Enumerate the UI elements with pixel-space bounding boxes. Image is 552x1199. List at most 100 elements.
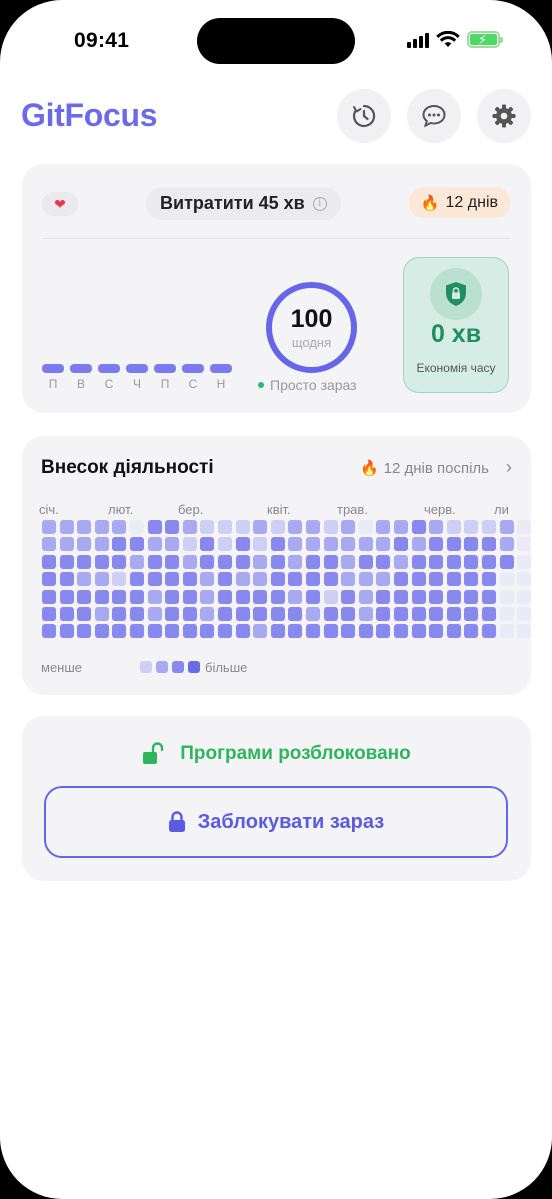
contribution-cell <box>270 554 285 569</box>
contribution-cell <box>235 520 250 534</box>
contribution-cell <box>341 589 356 604</box>
activity-title: Внесок діяльності <box>41 457 214 478</box>
contribution-cell <box>270 537 285 552</box>
contribution-cell <box>446 554 461 569</box>
weekday-label: В <box>76 377 85 391</box>
contribution-cell <box>42 520 56 534</box>
contribution-cell <box>341 537 356 552</box>
settings-button[interactable] <box>477 89 531 143</box>
unlock-status-text: Програми розблоковано <box>180 743 411 764</box>
contribution-cell <box>147 607 162 621</box>
unlocked-padlock-icon <box>143 742 164 764</box>
savings-value: 0 хв <box>430 320 482 348</box>
contribution-cell <box>253 624 268 639</box>
contribution-cell <box>358 537 373 552</box>
shield-lock-icon <box>446 282 466 306</box>
heart-icon: ❤ <box>54 195 66 212</box>
daily-goal-unit: щодня <box>291 335 332 350</box>
contribution-cell <box>94 607 109 621</box>
contribution-cell <box>306 624 320 639</box>
contribution-cell <box>376 589 391 604</box>
contribution-cell <box>482 537 496 552</box>
contribution-cell <box>288 554 303 569</box>
status-icons: ⚡ <box>407 31 503 48</box>
contribution-cell <box>182 589 197 604</box>
heart-badge[interactable]: ❤ <box>42 192 78 216</box>
contribution-cell <box>288 537 303 552</box>
contribution-cell <box>112 589 127 604</box>
contribution-cell <box>429 554 444 569</box>
time-savings-tile[interactable]: 0 хв Економія часу <box>403 257 509 393</box>
weekday-bar <box>70 364 92 373</box>
contribution-cell <box>253 537 268 552</box>
contribution-cell <box>517 624 532 639</box>
contribution-cell <box>446 607 461 621</box>
contribution-cell <box>323 624 338 639</box>
contribution-cell <box>77 572 92 587</box>
contribution-cell <box>218 624 232 639</box>
contribution-cell <box>42 607 56 621</box>
activity-contribution-card[interactable]: Внесок діяльності 🔥 12 днів поспіль › сі… <box>22 436 532 695</box>
weekday-bar <box>98 364 120 373</box>
contribution-cell <box>253 589 268 604</box>
contribution-cell <box>429 607 444 621</box>
contribution-cell <box>235 537 250 552</box>
padlock-icon <box>168 811 185 832</box>
contribution-cell <box>77 537 92 552</box>
now-label: Просто зараз <box>270 377 357 393</box>
contribution-cell <box>235 589 250 604</box>
month-label: ли <box>494 502 509 517</box>
contribution-cell <box>411 554 426 569</box>
contribution-cell <box>464 520 479 534</box>
status-time: 09:41 <box>74 29 130 52</box>
contribution-cell <box>94 554 109 569</box>
contribution-cell <box>394 537 408 552</box>
contribution-cell <box>112 607 127 621</box>
legend-swatch <box>188 661 200 673</box>
contribution-cell <box>429 520 444 534</box>
contribution-cell <box>77 624 92 639</box>
gear-icon <box>492 104 516 128</box>
contribution-cell <box>306 589 320 604</box>
spend-pill[interactable]: Витратити 45 хв i <box>146 187 341 220</box>
contribution-cell <box>517 607 532 621</box>
savings-label: Економія часу <box>416 361 496 375</box>
contribution-cell <box>482 607 496 621</box>
contribution-cell <box>341 520 356 534</box>
contribution-cell <box>94 537 109 552</box>
contribution-cell <box>218 572 232 587</box>
contribution-cell <box>446 537 461 552</box>
focus-summary-card: ❤ Витратити 45 хв i 🔥 12 днів П В С Ч П С Н 10… <box>22 164 531 413</box>
contribution-cell <box>446 624 461 639</box>
weekday-column: П <box>154 364 176 391</box>
contribution-cell <box>59 554 74 569</box>
weekday-bar <box>210 364 232 373</box>
contribution-cell <box>464 607 479 621</box>
contribution-cell <box>200 589 215 604</box>
contribution-cell <box>411 607 426 621</box>
contribution-cell <box>200 572 215 587</box>
contribution-cell <box>77 589 92 604</box>
weekday-bar <box>42 364 64 373</box>
contribution-cell <box>165 554 180 569</box>
contribution-cell <box>306 537 320 552</box>
lock-now-button[interactable]: Заблокувати зараз <box>44 786 508 858</box>
contribution-cell <box>253 607 268 621</box>
contribution-cell <box>464 554 479 569</box>
contribution-cell <box>306 607 320 621</box>
timer-button[interactable] <box>337 89 391 143</box>
chat-button[interactable] <box>407 89 461 143</box>
contribution-cell <box>376 520 391 534</box>
weekday-column: Н <box>210 364 232 391</box>
chevron-right-icon[interactable]: › <box>506 457 512 478</box>
contribution-cell <box>499 537 514 552</box>
now-indicator: Просто зараз <box>258 377 357 393</box>
contribution-cell <box>182 624 197 639</box>
activity-streak: 🔥 12 днів поспіль <box>360 459 489 478</box>
contribution-cell <box>112 554 127 569</box>
contribution-cell <box>165 589 180 604</box>
contribution-cell <box>499 572 514 587</box>
contribution-cell <box>517 520 532 534</box>
contribution-cell <box>341 607 356 621</box>
contribution-cell <box>182 572 197 587</box>
